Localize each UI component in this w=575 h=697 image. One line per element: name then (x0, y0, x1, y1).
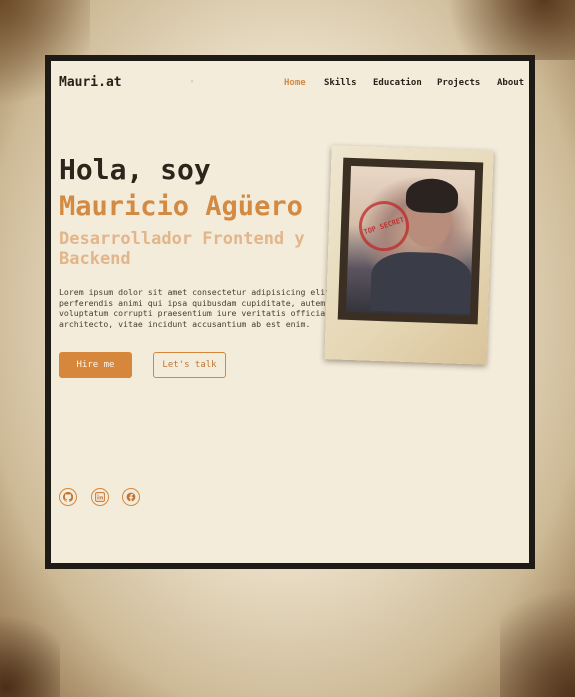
nav-link-education[interactable]: Education (373, 78, 422, 88)
photo-frame: TOP SECRET (337, 157, 484, 325)
nav-dot: ◦ (190, 78, 195, 86)
frame-stain (0, 600, 60, 697)
linkedin-icon[interactable] (91, 488, 109, 506)
navbar: Mauri.at ◦ Home Skills Education Project… (51, 61, 529, 101)
profile-photo: TOP SECRET (345, 165, 475, 317)
aged-photo-frame: Mauri.at ◦ Home Skills Education Project… (0, 0, 575, 697)
site-logo[interactable]: Mauri.at (59, 75, 122, 90)
hero-name: Mauricio Agüero (59, 191, 303, 222)
frame-stain (500, 560, 575, 697)
lets-talk-button[interactable]: Let's talk (153, 352, 226, 378)
photo-shirt (370, 250, 473, 315)
hero-description: Lorem ipsum dolor sit amet consectetur a… (59, 287, 329, 329)
hire-me-button[interactable]: Hire me (59, 352, 132, 378)
nav-link-home[interactable]: Home (284, 78, 306, 88)
github-icon[interactable] (59, 488, 77, 506)
nav-link-about[interactable]: About (497, 78, 524, 88)
hero-role: Desarrollador Frontend y Backend (59, 229, 305, 269)
frame-stain (420, 0, 575, 60)
facebook-icon[interactable] (122, 488, 140, 506)
profile-polaroid: TOP SECRET (324, 145, 494, 365)
nav-link-projects[interactable]: Projects (437, 78, 480, 88)
photo-hair (405, 177, 459, 214)
nav-link-skills[interactable]: Skills (324, 78, 357, 88)
hero-greeting: Hola, soy (59, 153, 211, 186)
